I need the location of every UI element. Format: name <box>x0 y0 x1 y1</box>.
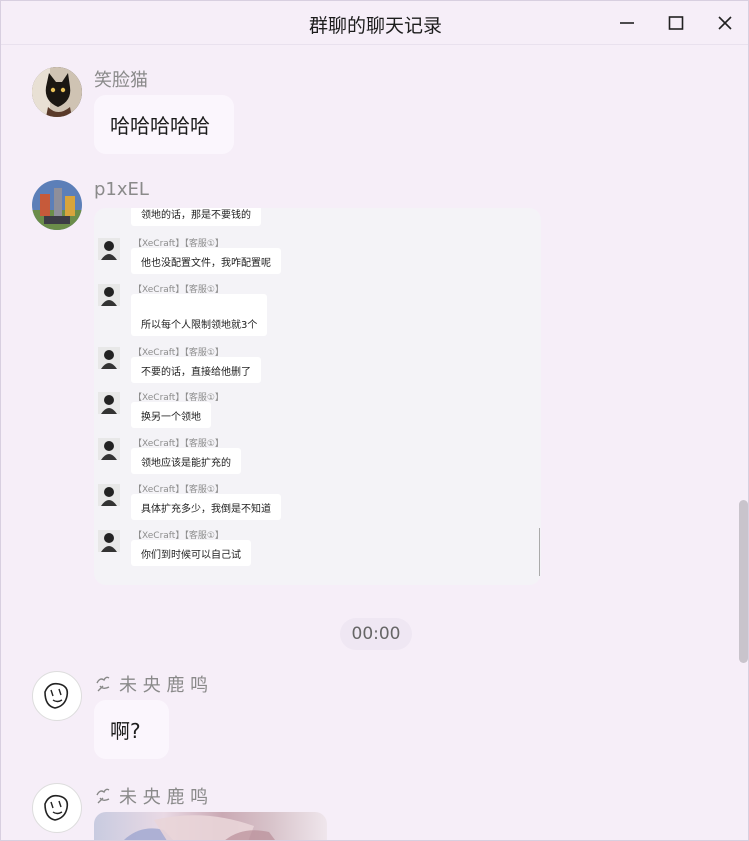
pixel-castle-avatar-icon <box>32 180 82 230</box>
chat-history-window: 群聊的聊天记录 笑脸猫 哈哈哈哈哈 p1xEL 领地的话，那是不要钱的 【XeC… <box>0 0 749 841</box>
scrollbar-track[interactable] <box>737 46 748 840</box>
message-bubble[interactable]: 啊? <box>94 700 169 759</box>
person-avatar-icon <box>98 347 120 369</box>
message-list[interactable]: 笑脸猫 哈哈哈哈哈 p1xEL 领地的话，那是不要钱的 【XeCraft】【客服… <box>1 46 737 840</box>
screenshot-divider <box>539 528 540 576</box>
scrollbar-thumb[interactable] <box>739 500 748 663</box>
screenshot-message: 领地的话，那是不要钱的 <box>131 208 261 226</box>
message-text: 啊? <box>110 719 141 743</box>
avatar[interactable] <box>32 783 82 833</box>
member-badge-icon <box>96 788 110 804</box>
screenshot-message: 换另一个领地 <box>131 402 211 428</box>
screenshot-message: 领地应该是能扩充的 <box>131 448 241 474</box>
minimize-icon <box>620 22 634 24</box>
person-avatar-icon <box>98 530 120 552</box>
screenshot-message: 不要的话，直接给他删了 <box>131 357 261 383</box>
member-badge-icon <box>96 676 110 692</box>
screenshot-message: 具体扩充多少，我倒是不知道 <box>131 494 281 520</box>
minimize-button[interactable] <box>613 9 641 37</box>
sender-name: 未 央 鹿 鸣 <box>119 787 209 808</box>
screenshot-message: 他也没配置文件，我咋配置呢 <box>131 248 281 274</box>
timestamp: 00:00 <box>340 618 412 650</box>
message-bubble[interactable]: 哈哈哈哈哈 <box>94 95 234 154</box>
person-avatar-icon <box>98 284 120 306</box>
person-avatar-icon <box>98 392 120 414</box>
sketch-avatar-icon <box>34 785 80 831</box>
timestamp-text: 00:00 <box>351 624 401 644</box>
avatar[interactable] <box>32 671 82 721</box>
person-avatar-icon <box>98 238 120 260</box>
title-bar: 群聊的聊天记录 <box>1 1 748 45</box>
screenshot-message: 你们到时候可以自己试 <box>131 540 251 566</box>
sender-name-row: 未 央 鹿 鸣 <box>94 783 208 809</box>
message-text: 哈哈哈哈哈 <box>110 114 210 138</box>
sender-name: 笑脸猫 <box>94 70 148 91</box>
sender-name: p1xEL <box>94 179 149 200</box>
close-button[interactable] <box>711 9 739 37</box>
screenshot-image[interactable]: 领地的话，那是不要钱的 【XeCraft】【客服①】 他也没配置文件，我咋配置呢… <box>94 208 541 585</box>
screenshot-message: 所以每个人限制领地就3个 <box>131 294 268 336</box>
close-icon <box>718 16 732 30</box>
avatar[interactable] <box>32 180 82 230</box>
image-message[interactable] <box>94 812 327 840</box>
person-avatar-icon <box>98 484 120 506</box>
cat-avatar-icon <box>32 67 82 117</box>
maximize-icon <box>668 16 684 30</box>
sender-name-row: 未 央 鹿 鸣 <box>94 671 208 697</box>
sketch-avatar-icon <box>34 673 80 719</box>
anime-image-icon <box>124 815 275 840</box>
sender-name: 未 央 鹿 鸣 <box>119 675 209 696</box>
person-avatar-icon <box>98 438 120 460</box>
avatar[interactable] <box>32 67 82 117</box>
maximize-button[interactable] <box>662 9 690 37</box>
